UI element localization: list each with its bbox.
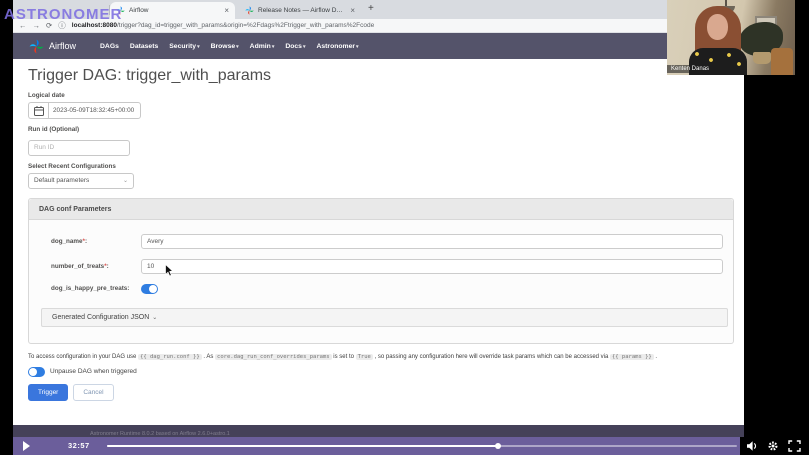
run-id-input[interactable]	[28, 140, 130, 156]
video-player-bar: 32:57	[13, 437, 740, 455]
number-of-treats-input[interactable]	[141, 259, 723, 274]
volume-icon[interactable]	[746, 440, 758, 452]
address-input[interactable]: localhost:8080/trigger?dag_id=trigger_wi…	[72, 22, 374, 29]
astronomer-watermark: ASTRONOMER	[4, 6, 122, 23]
run-id-label: Run id (Optional)	[28, 126, 734, 133]
browser-tab-strip: Airflow × Release Notes — Airflow Docu ×…	[13, 0, 744, 19]
unpause-row: Unpause DAG when triggered	[28, 367, 734, 377]
close-tab-icon[interactable]: ×	[350, 7, 355, 15]
speaker-name-tag: Kenten Danas	[667, 65, 713, 73]
airflow-brand[interactable]: Airflow	[49, 41, 76, 51]
webcam-overlay: Kenten Danas	[667, 0, 795, 75]
param-label: dog_name*:	[51, 238, 141, 245]
recent-config-selected-value: Default parameters	[34, 177, 89, 184]
generated-config-json-toggle[interactable]: Generated Configuration JSON ⌄	[41, 308, 728, 327]
logical-date-input[interactable]	[48, 102, 141, 119]
param-row-dog-is-happy: dog_is_happy_pre_treats:	[51, 284, 723, 294]
video-frame: Airflow × Release Notes — Airflow Docu ×…	[0, 0, 809, 455]
nav-item-browse[interactable]: Browse▾	[211, 43, 239, 50]
tab-label: Release Notes — Airflow Docu	[258, 7, 344, 14]
new-tab-button[interactable]: +	[368, 3, 374, 14]
code-true: True	[356, 354, 373, 360]
unpause-dag-toggle[interactable]	[28, 367, 45, 377]
code-dag-run-conf: {{ dag_run.conf }}	[138, 354, 202, 360]
dag-conf-panel: DAG conf Parameters dog_name*: number_of…	[28, 198, 734, 344]
dog-name-input[interactable]	[141, 234, 723, 249]
url-host: localhost:8080	[72, 22, 117, 29]
logical-date-label: Logical date	[28, 92, 734, 99]
nav-item-admin[interactable]: Admin▾	[250, 43, 275, 50]
code-overrides-params: core.dag_run_conf_overrides_params	[215, 354, 332, 360]
dag-conf-panel-title: DAG conf Parameters	[29, 199, 733, 220]
toggle-knob	[29, 368, 37, 376]
unpause-label: Unpause DAG when triggered	[50, 368, 137, 375]
player-controls-right	[746, 440, 806, 452]
param-row-number-of-treats: number_of_treats*:	[51, 259, 723, 274]
plant-pot	[753, 52, 771, 64]
airflow-version-footer: Astronomer Runtime 8.0.2 based on Airflo…	[90, 431, 230, 437]
trigger-dag-page: Trigger DAG: trigger_with_params Logical…	[28, 59, 734, 401]
param-label: dog_is_happy_pre_treats:	[51, 285, 141, 292]
playhead-dot[interactable]	[495, 443, 501, 449]
airflow-logo-icon	[29, 39, 44, 54]
recent-config-select[interactable]: Default parameters ⌄	[28, 173, 134, 189]
recent-configs-label: Select Recent Configurations	[28, 163, 734, 170]
speaker-face	[707, 14, 728, 40]
config-help-note: To access configuration in your DAG use …	[28, 353, 728, 362]
navbar-menu: DAGs Datasets Security▾ Browse▾ Admin▾ D…	[100, 43, 359, 50]
nav-item-dags[interactable]: DAGs	[100, 43, 119, 50]
playback-time: 32:57	[68, 441, 90, 450]
trigger-button[interactable]: Trigger	[28, 384, 68, 401]
browser-window: Airflow × Release Notes — Airflow Docu ×…	[13, 0, 744, 437]
code-params: {{ params }}	[610, 354, 654, 360]
browser-url-bar: ← → ⟳ ⓘ localhost:8080/trigger?dag_id=tr…	[13, 19, 744, 33]
chevron-down-icon: ▾	[236, 44, 239, 50]
tab-label: Airflow	[129, 7, 218, 14]
chair	[771, 48, 793, 75]
chevron-down-icon: ▾	[356, 44, 359, 50]
generated-config-json-label: Generated Configuration JSON	[52, 314, 149, 321]
calendar-icon	[33, 105, 45, 117]
play-icon[interactable]	[23, 441, 30, 451]
page-title: Trigger DAG: trigger_with_params	[28, 67, 734, 85]
settings-gear-icon[interactable]	[767, 440, 779, 452]
nav-item-security[interactable]: Security▾	[169, 43, 199, 50]
nav-item-docs[interactable]: Docs▾	[285, 43, 305, 50]
cancel-button[interactable]: Cancel	[73, 384, 113, 401]
nav-item-astronomer[interactable]: Astronomer▾	[316, 43, 358, 50]
url-path: /trigger?dag_id=trigger_with_params&orig…	[117, 22, 374, 29]
airflow-navbar: Airflow DAGs Datasets Security▾ Browse▾ …	[13, 33, 744, 59]
chevron-down-icon: ▾	[197, 44, 200, 50]
fullscreen-icon[interactable]	[788, 440, 801, 452]
browser-tab-release-notes[interactable]: Release Notes — Airflow Docu ×	[239, 2, 361, 19]
chevron-down-icon: ⌄	[152, 314, 157, 321]
chevron-down-icon: ▾	[272, 44, 275, 50]
param-row-dog-name: dog_name*:	[51, 234, 723, 249]
progress-bar[interactable]	[107, 445, 737, 447]
calendar-button[interactable]	[28, 102, 48, 119]
dog-is-happy-toggle[interactable]	[141, 284, 158, 294]
close-tab-icon[interactable]: ×	[224, 7, 229, 15]
chevron-down-icon: ▾	[303, 44, 306, 50]
progress-played	[107, 445, 498, 447]
airflow-favicon-icon	[245, 6, 254, 15]
browser-tab-airflow[interactable]: Airflow ×	[110, 2, 235, 19]
mouse-cursor	[165, 264, 174, 277]
param-label: number_of_treats*:	[51, 263, 141, 270]
nav-item-datasets[interactable]: Datasets	[130, 43, 158, 50]
toggle-knob	[149, 285, 157, 293]
chevron-down-icon: ⌄	[123, 177, 128, 184]
